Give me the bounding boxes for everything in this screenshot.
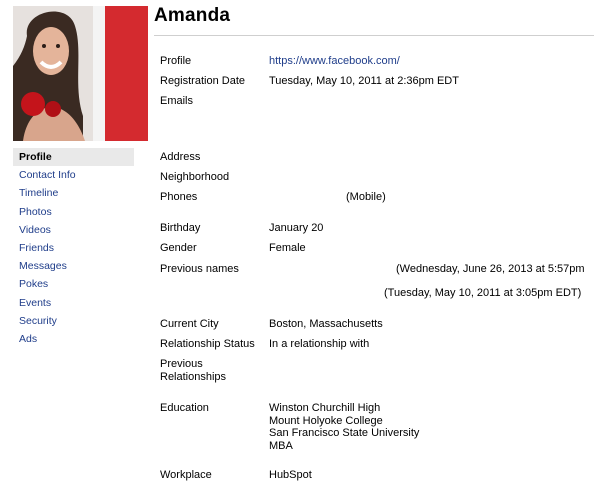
current-city-label: Current City [160,318,219,330]
phone-type-value: (Mobile) [346,191,386,203]
sidebar-item-events[interactable]: Events [13,294,134,312]
sidebar-item-timeline[interactable]: Timeline [13,184,134,202]
education-label: Education [160,402,209,414]
education-item: San Francisco State University [269,427,420,439]
sidebar-item-security[interactable]: Security [13,312,134,330]
education-value: Winston Churchill High Mount Holyoke Col… [269,402,419,452]
sidebar-item-messages[interactable]: Messages [13,257,134,275]
sidebar-item-photos[interactable]: Photos [13,203,134,221]
current-city-value: Boston, Massachusetts [269,318,383,330]
gender-value: Female [269,242,306,254]
previous-name-2-value: (Tuesday, May 10, 2011 at 3:05pm EDT) [384,287,582,299]
sidebar-item-contact-info[interactable]: Contact Info [13,166,134,184]
sidebar-nav: Profile Contact Info Timeline Photos Vid… [13,148,134,348]
phones-label: Phones [160,191,198,203]
emails-label: Emails [160,95,194,107]
neighborhood-label: Neighborhood [160,171,230,183]
birthday-label: Birthday [160,222,201,234]
birthday-value: January 20 [269,222,324,234]
header-divider [154,35,594,36]
sidebar-item-videos[interactable]: Videos [13,221,134,239]
previous-relationships-label: Previous Relationships [160,358,226,383]
sidebar-item-ads[interactable]: Ads [13,330,134,348]
previous-relationships-label-line-2: Relationships [160,370,227,383]
previous-name-1-value: (Wednesday, June 26, 2013 at 5:57pm [396,263,585,275]
address-label: Address [160,151,201,163]
sidebar-item-profile[interactable]: Profile [13,148,134,167]
sidebar-item-pokes[interactable]: Pokes [13,275,134,293]
workplace-label: Workplace [160,469,212,481]
education-item: MBA [269,439,293,452]
relationship-status-value: In a relationship with [269,338,370,350]
profile-url-link[interactable]: https://www.facebook.com/ [269,55,400,68]
education-item: Mount Holyoke College [269,414,383,427]
gender-label: Gender [160,242,197,254]
profile-photo[interactable] [13,6,148,141]
workplace-value: HubSpot [269,469,312,481]
page-title: Amanda [154,5,231,26]
relationship-status-label: Relationship Status [160,338,255,350]
previous-names-label: Previous names [160,263,239,275]
sidebar-item-friends[interactable]: Friends [13,239,134,257]
registration-date-value: Tuesday, May 10, 2011 at 2:36pm EDT [269,75,459,87]
profile-label: Profile [160,55,192,67]
registration-date-label: Registration Date [160,75,245,87]
previous-relationships-label-line-1: Previous [160,358,203,370]
profile-photo-image [13,6,148,141]
education-item: Winston Churchill High [269,402,381,414]
